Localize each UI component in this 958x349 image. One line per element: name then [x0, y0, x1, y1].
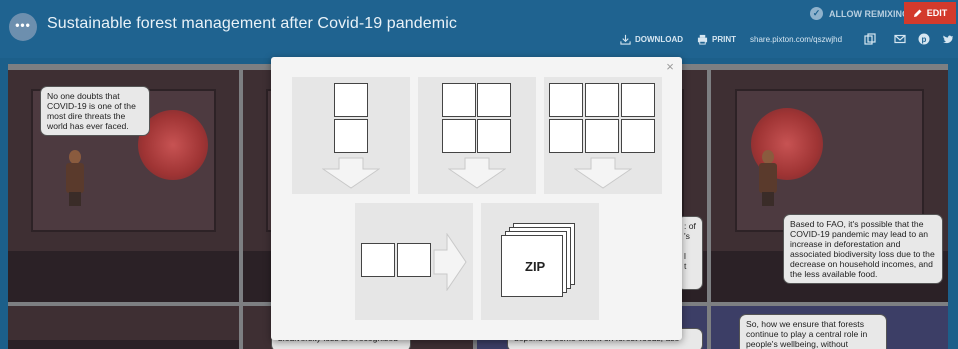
check-circle-icon: ✓: [810, 7, 823, 20]
speech-bubble-1: No one doubts that COVID-19 is one of th…: [40, 86, 150, 136]
print-label: PRINT: [712, 34, 736, 44]
pinterest-icon[interactable]: p: [918, 33, 930, 45]
allow-remixing-label: ALLOW REMIXING: [829, 8, 909, 19]
edit-label: EDIT: [926, 8, 948, 18]
edit-button[interactable]: EDIT: [904, 2, 956, 24]
speaker-character: [66, 150, 84, 206]
comic-panel-1: No one doubts that COVID-19 is one of th…: [8, 70, 239, 302]
menu-button[interactable]: •••: [9, 13, 37, 41]
share-url[interactable]: share.pixton.com/qszwjhd: [750, 35, 842, 44]
arrow-right-icon: [433, 233, 467, 291]
layout-option-three-by-two-grid[interactable]: [544, 77, 662, 194]
arrow-down-icon: [448, 157, 506, 189]
download-button[interactable]: DOWNLOAD: [620, 34, 683, 45]
print-button[interactable]: PRINT: [697, 34, 736, 45]
ellipsis-icon: •••: [15, 18, 31, 32]
allow-remixing-toggle[interactable]: ✓ ALLOW REMIXING: [810, 7, 909, 20]
arrow-down-icon: [322, 157, 380, 189]
speaker-character: [759, 150, 777, 206]
speech-bubble-4: Based to FAO, it's possible that the COV…: [783, 214, 943, 284]
download-label: DOWNLOAD: [635, 34, 683, 44]
comic-panel-5: [8, 306, 239, 349]
layout-option-vertical-strip[interactable]: [292, 77, 410, 194]
download-icon: [620, 34, 631, 45]
top-bar: ••• Sustainable forest management after …: [0, 0, 958, 58]
printer-icon: [697, 34, 708, 45]
page-title: Sustainable forest management after Covi…: [47, 15, 457, 32]
copy-icon[interactable]: [864, 33, 876, 45]
close-icon[interactable]: ×: [663, 60, 677, 74]
layout-option-zip-archive[interactable]: ZIP: [481, 203, 599, 320]
email-icon[interactable]: [894, 33, 906, 45]
layout-option-two-by-two-grid[interactable]: [418, 77, 536, 194]
svg-text:p: p: [922, 35, 927, 44]
comic-panel-4: Based to FAO, it's possible that the COV…: [711, 70, 948, 302]
pencil-icon: [913, 9, 922, 17]
arrow-down-icon: [574, 157, 632, 189]
comic-panel-8: So, how we ensure that forests continue …: [711, 306, 948, 349]
zip-label: ZIP: [525, 259, 546, 274]
layout-option-horizontal-strip[interactable]: [355, 203, 473, 320]
twitter-icon[interactable]: [942, 33, 954, 45]
share-toolbar: DOWNLOAD PRINT share.pixton.com/qszwjhd …: [620, 31, 954, 47]
speech-bubble-8: So, how we ensure that forests continue …: [739, 314, 887, 349]
